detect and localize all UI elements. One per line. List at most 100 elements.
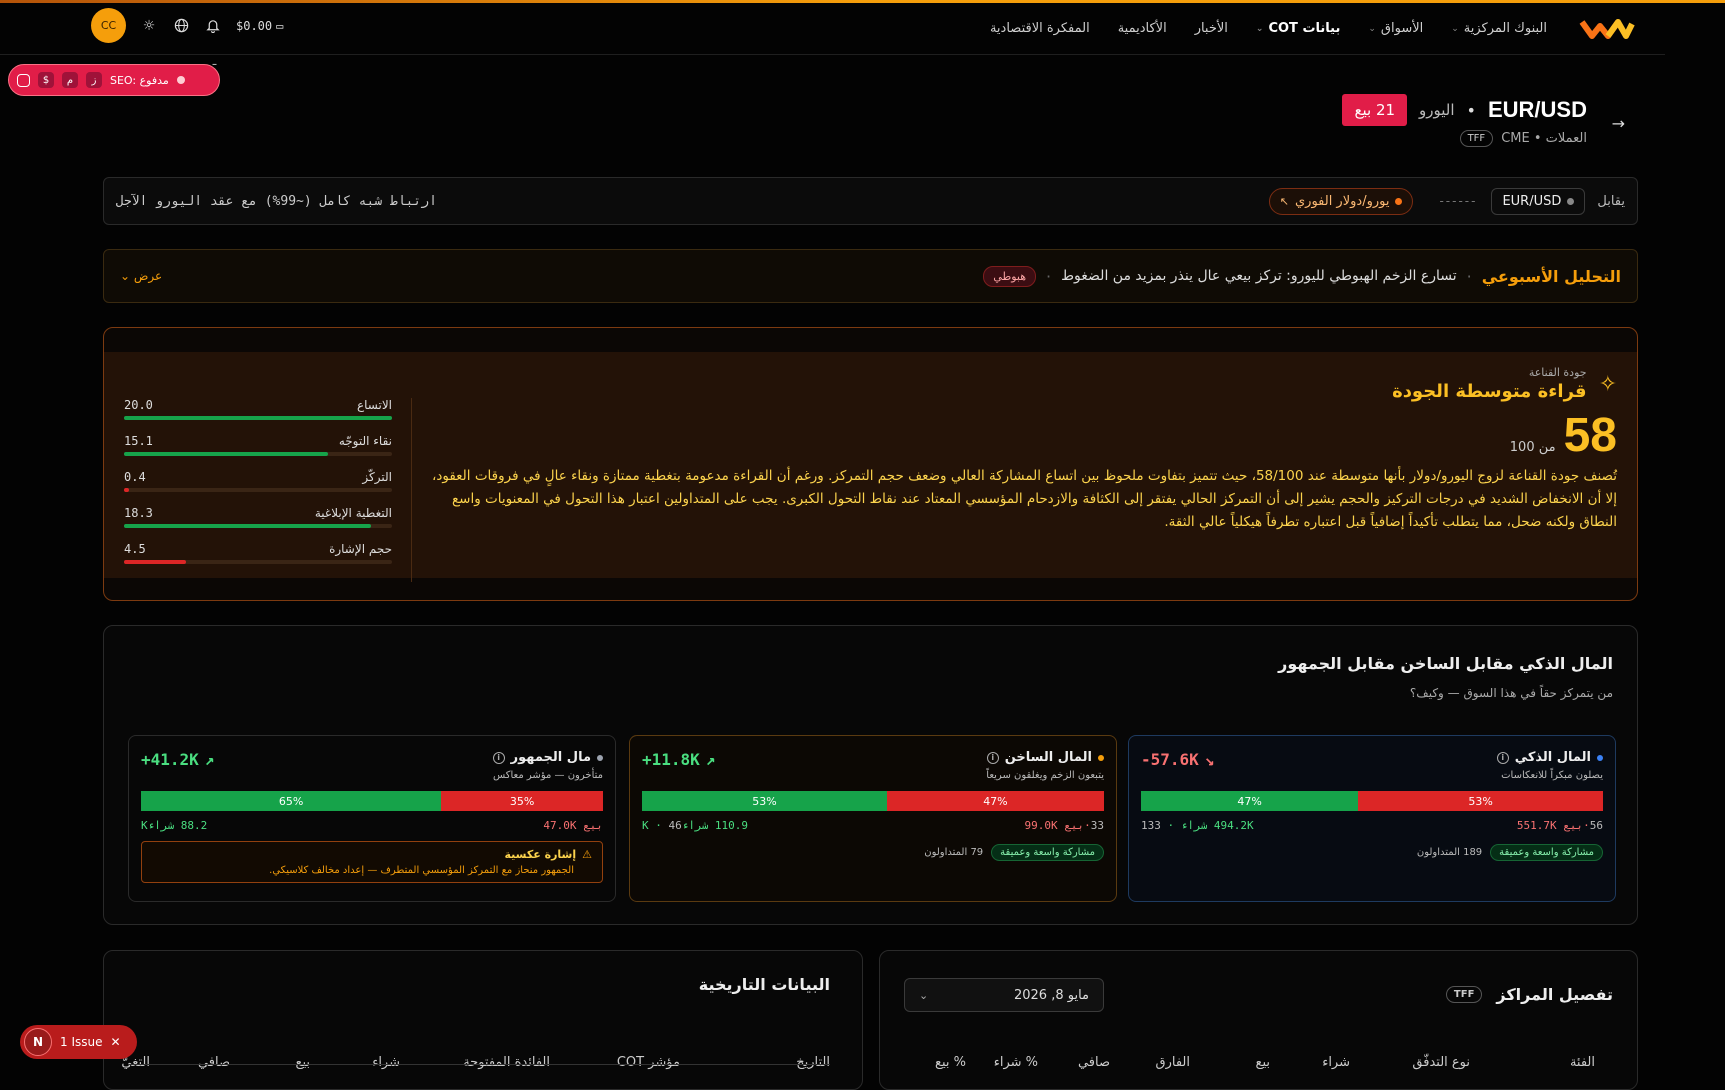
long-share-bar: 65% (141, 791, 442, 811)
avatar[interactable]: CC (91, 8, 126, 43)
volume-row: 33·بيع 99.0K 110.9 شراءK · 46 (642, 819, 1104, 832)
wallet-icon: ▭ (276, 18, 284, 33)
column-header[interactable]: الفارق (1110, 1055, 1190, 1070)
column-header[interactable]: شراء (310, 1055, 400, 1070)
quality-metric: التغطية الإبلاغية 18.3 (124, 506, 392, 528)
minimize-icon[interactable]: – (212, 59, 217, 70)
chevron-down-icon: ⌄ (120, 269, 131, 283)
separator-dot: • (1466, 100, 1476, 120)
positions-breakdown-panel: تفصيل المراكز TFF مايو 8, 2026 ⌄ الفئة نو… (879, 950, 1638, 1090)
metric-bar-fill (124, 416, 392, 420)
report-type-badge: TFF (1459, 130, 1494, 147)
info-icon[interactable]: i (1496, 751, 1509, 764)
metric-bar (124, 488, 392, 492)
long-short-split-bar: 65% 35% (141, 791, 603, 811)
date-select[interactable]: مايو 8, 2026 ⌄ (904, 978, 1104, 1012)
chevron-down-icon: ⌄ (1255, 23, 1264, 34)
info-icon[interactable]: i (492, 751, 505, 764)
volume-row: 56·بيع 551.7K 494.2K شراء · 133 (1141, 819, 1603, 832)
trend-arrow-icon: ↗ (705, 750, 716, 769)
nav-cot-data[interactable]: بيانات COT ⌄ (1256, 21, 1340, 36)
metric-label: حجم الإشارة (329, 542, 392, 556)
close-icon[interactable]: ✕ (110, 1035, 120, 1049)
long-short-split-bar: 53% 47% (642, 791, 1104, 811)
seo-button[interactable]: ز (86, 72, 102, 88)
warning-text: الجمهور منحاز مع التمركز المؤسسي المتطرف… (269, 865, 574, 876)
money-flow-card: مال الجمهور i متأخرون — مؤشر معاكس +41.2K… (128, 735, 616, 902)
quality-metric: الاتساع 20.0 (124, 398, 392, 420)
participation-badge: مشاركة واسعة وعميقة (1490, 844, 1603, 861)
trend-arrow-icon: ↗ (204, 750, 215, 769)
quality-out-of: من 100 (1509, 440, 1556, 455)
column-header[interactable]: % بيع (904, 1055, 966, 1070)
column-header[interactable]: بيع (1190, 1055, 1270, 1070)
column-header[interactable]: التاريخ (680, 1055, 830, 1070)
nav-label: المفكرة الاقتصادية (989, 21, 1090, 36)
quality-main: ✧ جودة القناعة قراءة متوسطة الجودة 58 من… (427, 366, 1617, 534)
wallet-balance[interactable]: $0.00 ▭ (236, 19, 283, 33)
column-header[interactable]: الفائدة المفتوحة (400, 1055, 550, 1070)
issues-badge[interactable]: N 1 Issue ✕ (20, 1025, 137, 1059)
chip-label: EUR/USD (1502, 193, 1562, 209)
trend-arrow-icon: ↘ (1204, 750, 1215, 769)
column-header[interactable]: نوع التدفّق (1350, 1055, 1470, 1070)
group-subtitle: يتبعون الزخم ويغلقون سريعاً (986, 770, 1104, 781)
historical-data-panel: البيانات التاريخية التاريخ مؤشر COT الفائد… (103, 950, 863, 1090)
quality-label: جودة القناعة (1528, 366, 1587, 379)
seo-status-label: SEO: مدفوع (110, 73, 169, 87)
group-name: المال الساخن (1004, 750, 1092, 765)
column-header[interactable]: بيع (230, 1055, 310, 1070)
metric-bar-fill (124, 560, 186, 564)
expand-toggle[interactable]: عرض ⌄ (120, 269, 162, 283)
next-logo-icon: N (24, 1028, 52, 1056)
instrument-header: EUR/USD • اليورو 21 بيع العملات • CME TF… (1342, 94, 1587, 147)
info-icon[interactable]: i (986, 751, 999, 764)
nav-markets[interactable]: الأسواق ⌄ (1368, 21, 1423, 36)
weekly-title: التحليل الأسبوعي (1481, 266, 1621, 286)
instrument-name: اليورو (1419, 101, 1455, 119)
weekly-headline: تسارع الزخم الهبوطي لليورو: تركز بيعي عا… (1061, 268, 1457, 284)
square-toggle-button[interactable] (17, 73, 30, 87)
metric-label: الاتساع (356, 398, 392, 412)
report-type-badge: TFF (1445, 986, 1483, 1003)
seo-button[interactable]: م (62, 72, 78, 88)
column-header[interactable]: الفئة (1470, 1055, 1595, 1070)
connector-dashes: ------ (1439, 194, 1478, 208)
metric-value: 4.5 (124, 542, 146, 556)
quality-metrics: الاتساع 20.0 نقاء التوجّه 15.1 التركّز 0.4 … (124, 398, 392, 578)
nav-news[interactable]: الأخبار (1195, 21, 1228, 36)
nav-academy[interactable]: الأكاديمية (1118, 21, 1167, 36)
column-header[interactable]: شراء (1270, 1055, 1350, 1070)
versus-label: يقابل (1597, 193, 1625, 209)
sun-icon[interactable]: ☼ (140, 17, 158, 35)
future-chip[interactable]: يورو/دولار الفوري ↖ (1268, 187, 1414, 215)
long-share-bar: 47% (1141, 791, 1359, 811)
metric-label: نقاء التوجّه (338, 434, 392, 448)
arrow-right-icon[interactable]: → (1612, 114, 1625, 133)
column-header[interactable]: % شراء (966, 1055, 1038, 1070)
bell-icon[interactable] (204, 17, 222, 35)
traders-count: 79 المتداولون (924, 847, 984, 858)
globe-icon[interactable] (172, 17, 190, 35)
nav-central-banks[interactable]: البنوك المركزية ⌄ (1451, 21, 1547, 36)
seo-button[interactable]: $ (38, 72, 54, 88)
table-header: الفئة نوع التدفّق شراء بيع الفارق صافي% شراء%… (906, 1055, 1595, 1070)
nav-label: الأكاديمية (1117, 21, 1167, 36)
column-header[interactable]: صافي (150, 1055, 230, 1070)
dot-icon (1567, 197, 1575, 205)
spot-chip[interactable]: EUR/USD (1491, 187, 1586, 215)
column-header[interactable]: صافي (1038, 1055, 1110, 1070)
brand-logo[interactable] (1577, 15, 1637, 43)
panel-title-row: تفصيل المراكز TFF (1445, 985, 1613, 1004)
balance-value: $0.00 (236, 18, 273, 33)
group-name: المال الذكي (1514, 750, 1591, 765)
nav-economic-calendar[interactable]: المفكرة الاقتصادية (990, 21, 1090, 36)
metric-label: التغطية الإبلاغية (314, 506, 392, 520)
nav-label: الأسواق (1380, 21, 1424, 36)
weekly-analysis-bar[interactable]: التحليل الأسبوعي · تسارع الزخم الهبوطي ل… (103, 249, 1638, 303)
sparkle-icon: ✧ (1598, 371, 1617, 397)
money-flow-card: المال الذكي i يصلون مبكراً للانعكاسات -57… (1128, 735, 1616, 902)
external-link-icon: ↖ (1279, 194, 1289, 208)
header-actions: CC ☼ $0.00 ▭ (91, 8, 283, 43)
column-header[interactable]: مؤشر COT (550, 1055, 680, 1070)
